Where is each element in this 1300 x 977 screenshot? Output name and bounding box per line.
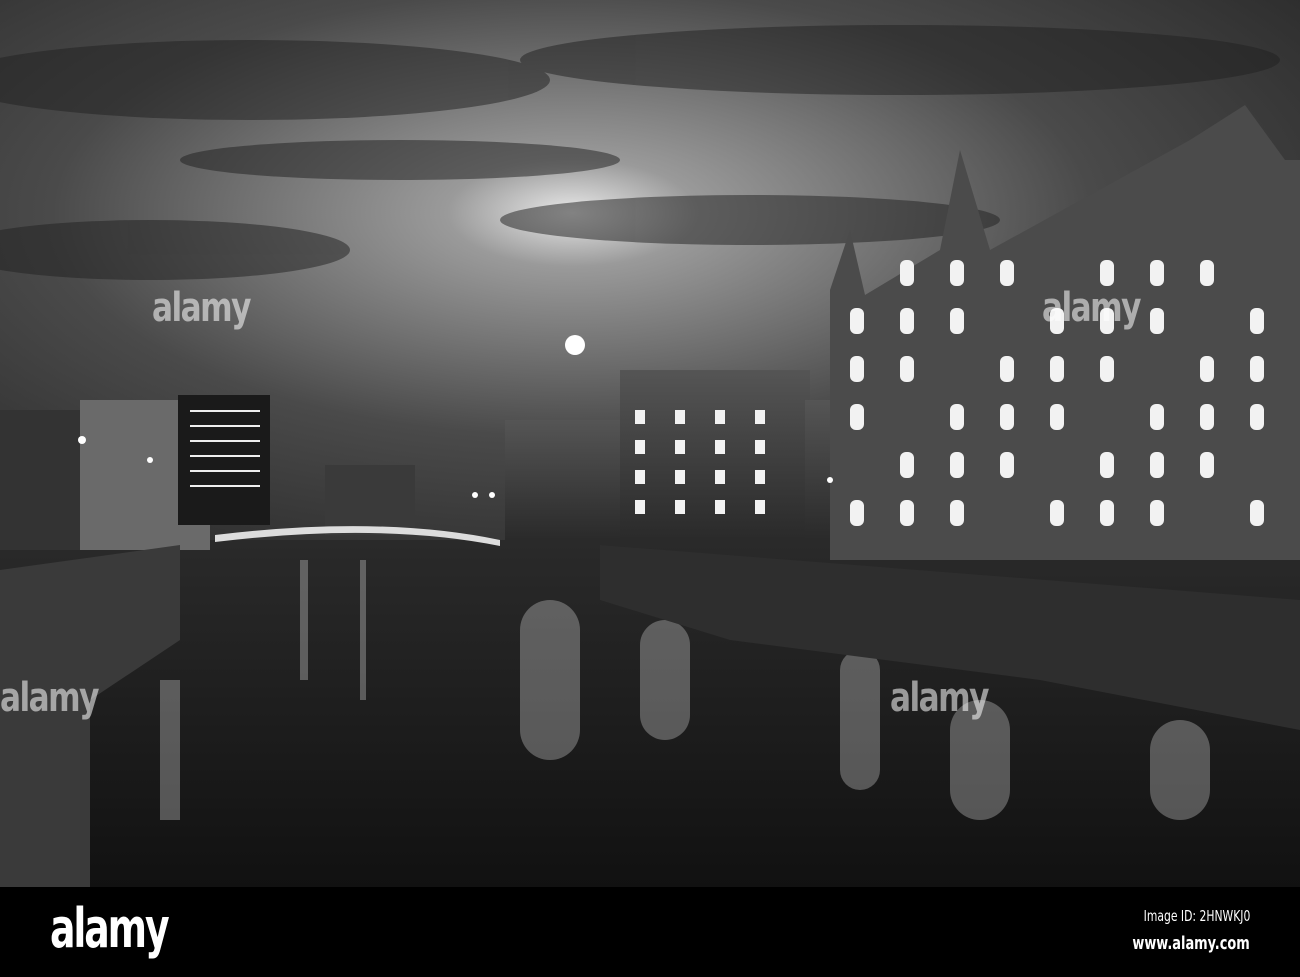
- lit-window: [1100, 356, 1114, 382]
- lit-window: [635, 470, 645, 484]
- lit-window: [1100, 452, 1114, 478]
- lit-window: [1150, 260, 1164, 286]
- lit-window: [675, 440, 685, 454]
- lit-window: [635, 410, 645, 424]
- lit-window: [675, 410, 685, 424]
- lit-window: [1100, 500, 1114, 526]
- lit-window: [755, 410, 765, 424]
- lit-window: [675, 500, 685, 514]
- lit-window: [900, 308, 914, 334]
- site-url: www.alamy.com: [1132, 933, 1250, 954]
- lit-window: [950, 260, 964, 286]
- lit-window: [900, 452, 914, 478]
- lit-window: [1200, 404, 1214, 430]
- lit-window: [1200, 356, 1214, 382]
- watermark: alamy: [0, 675, 99, 721]
- lit-window: [950, 500, 964, 526]
- lit-window: [1000, 452, 1014, 478]
- lit-window: [755, 470, 765, 484]
- lit-window: [1250, 404, 1264, 430]
- lit-window: [1250, 500, 1264, 526]
- footer-bar: alamy Image ID: 2HNWKJ0 www.alamy.com: [0, 887, 1300, 977]
- watermark: alamy: [890, 675, 989, 721]
- lit-window: [715, 410, 725, 424]
- lit-window: [1250, 356, 1264, 382]
- canal-night-scene: [0, 0, 1300, 887]
- lit-window: [755, 500, 765, 514]
- lit-window: [715, 500, 725, 514]
- lit-window: [1150, 404, 1164, 430]
- lit-window: [1050, 500, 1064, 526]
- image-id: Image ID: 2HNWKJ0: [1143, 907, 1250, 925]
- moon: [565, 335, 585, 355]
- lit-window: [1100, 260, 1114, 286]
- lit-window: [1250, 308, 1264, 334]
- lit-window: [1000, 356, 1014, 382]
- lit-window: [715, 440, 725, 454]
- lit-window: [675, 470, 685, 484]
- lit-window: [1150, 308, 1164, 334]
- lit-window: [850, 308, 864, 334]
- alamy-logo: alamy: [50, 897, 170, 960]
- lit-window: [1200, 452, 1214, 478]
- lit-window: [850, 404, 864, 430]
- lit-window: [1000, 260, 1014, 286]
- lit-window: [900, 356, 914, 382]
- lit-window: [1000, 404, 1014, 430]
- lit-window: [1050, 356, 1064, 382]
- watermark: alamy: [1042, 285, 1141, 331]
- lit-window: [950, 452, 964, 478]
- lit-window: [900, 260, 914, 286]
- lit-window: [900, 500, 914, 526]
- watermark: alamy: [152, 285, 251, 331]
- lit-window: [850, 500, 864, 526]
- stock-photo: alamy alamy alamy alamy alamy Image ID: …: [0, 0, 1300, 977]
- lit-window: [1200, 260, 1214, 286]
- lit-window: [1050, 404, 1064, 430]
- lit-window: [950, 308, 964, 334]
- lit-window: [635, 500, 645, 514]
- lit-window: [1150, 452, 1164, 478]
- lit-window: [950, 404, 964, 430]
- lit-window: [1150, 500, 1164, 526]
- lit-window: [635, 440, 645, 454]
- lit-window: [850, 356, 864, 382]
- lit-window: [715, 470, 725, 484]
- lit-window: [755, 440, 765, 454]
